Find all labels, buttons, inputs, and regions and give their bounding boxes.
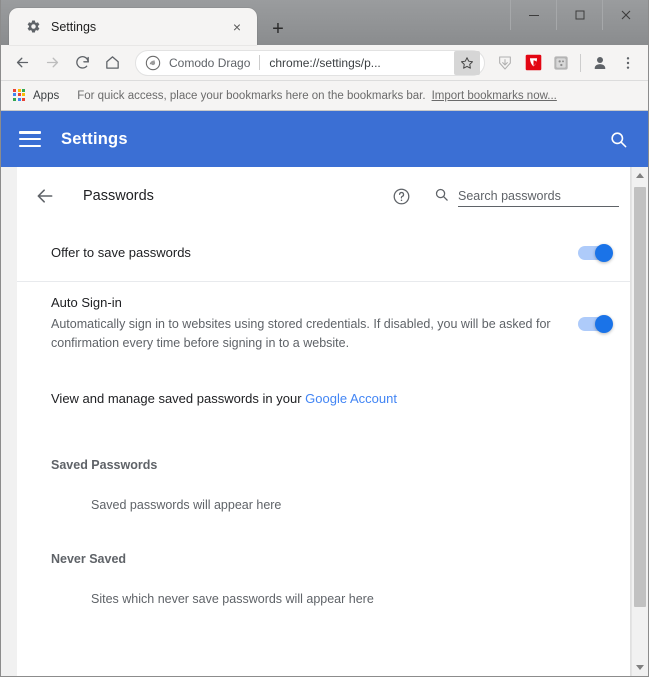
downloads-shield-icon[interactable] (491, 48, 519, 78)
omnibox-divider (259, 55, 261, 70)
scrollbar-thumb[interactable] (634, 187, 646, 607)
bookmark-star-icon[interactable] (454, 50, 480, 75)
address-bar[interactable]: Comodo Drago chrome://settings/p... (135, 49, 485, 76)
search-icon (432, 186, 450, 204)
import-bookmarks-link[interactable]: Import bookmarks now... (432, 90, 557, 102)
close-icon[interactable] (602, 0, 648, 30)
bookmarks-bar: Apps For quick access, place your bookma… (1, 81, 648, 111)
setting-texts: Auto Sign-in Automatically sign in to we… (51, 294, 578, 352)
google-account-link[interactable]: Google Account (305, 391, 397, 406)
offer-to-save-passwords-toggle[interactable] (578, 244, 613, 262)
puzzle-extension-icon[interactable] (547, 48, 575, 78)
window-controls (510, 0, 648, 30)
back-arrow-icon[interactable] (7, 48, 37, 78)
section-title-saved-passwords: Saved Passwords (51, 458, 158, 472)
maximize-icon[interactable] (556, 0, 602, 30)
section-title-never-saved: Never Saved (51, 552, 127, 566)
toggle-knob (595, 314, 613, 333)
site-identity-label: Comodo Drago (169, 55, 251, 70)
settings-header-bar: Settings (1, 111, 648, 167)
setting-texts: Offer to save passwords (51, 244, 578, 263)
gear-icon (25, 19, 41, 35)
browser-window: Settings × + Comodo Drago chrome://setti… (0, 0, 649, 677)
passwords-header-row: Passwords (17, 167, 630, 225)
manage-passwords-text: View and manage saved passwords in your (51, 391, 306, 406)
bookmarks-hint-text: For quick access, place your bookmarks h… (77, 89, 426, 102)
setting-label: Offer to save passwords (51, 244, 191, 260)
tab-strip: Settings × + (1, 0, 648, 45)
empty-note-saved-passwords: Saved passwords will appear here (91, 498, 282, 512)
minimize-icon[interactable] (510, 0, 556, 30)
apps-grid-icon[interactable] (13, 88, 27, 103)
profile-avatar-icon[interactable] (586, 48, 614, 78)
hamburger-menu-icon[interactable] (19, 131, 41, 147)
apps-shortcut-label[interactable]: Apps (33, 90, 59, 102)
home-icon[interactable] (97, 48, 127, 78)
setting-description: Automatically sign in to websites using … (51, 317, 551, 350)
search-passwords-box[interactable] (432, 186, 619, 207)
empty-note-never-saved: Sites which never save passwords will ap… (91, 592, 374, 606)
manage-passwords-row: View and manage saved passwords in your … (17, 365, 630, 432)
url-text: chrome://settings/p... (269, 55, 381, 70)
tab-close-icon[interactable]: × (227, 17, 247, 37)
settings-content-area: Passwords Search passwords Offer to save… (1, 167, 648, 676)
browser-tab-settings[interactable]: Settings × (9, 8, 257, 45)
toggle-knob (595, 244, 613, 262)
scroll-down-arrow-icon[interactable] (632, 659, 648, 676)
help-circle-icon[interactable] (390, 185, 412, 207)
comodo-dragon-icon (144, 54, 162, 72)
comodo-extension-icon[interactable] (519, 48, 547, 78)
reload-icon[interactable] (67, 48, 97, 78)
search-icon[interactable] (606, 127, 630, 151)
settings-title: Settings (61, 129, 128, 148)
setting-label: Auto Sign-in (51, 295, 122, 311)
setting-row-offer-to-save-passwords[interactable]: Offer to save passwords (17, 225, 630, 281)
settings-scroll-region: Passwords Search passwords Offer to save… (1, 167, 631, 676)
forward-arrow-icon[interactable] (37, 48, 67, 78)
content-scrollbar[interactable] (631, 167, 648, 676)
auto-sign-in-toggle[interactable] (578, 314, 613, 333)
search-passwords-input[interactable] (458, 188, 619, 207)
browser-toolbar: Comodo Drago chrome://settings/p... (1, 45, 648, 81)
setting-row-auto-sign-in[interactable]: Auto Sign-in Automatically sign in to we… (17, 281, 630, 365)
toolbar-divider (580, 53, 581, 72)
scroll-up-arrow-icon[interactable] (632, 167, 648, 184)
back-arrow-icon[interactable] (33, 184, 57, 208)
passwords-card: Passwords Search passwords Offer to save… (17, 167, 631, 676)
tab-title: Settings (51, 19, 97, 34)
three-dot-menu-icon[interactable] (614, 48, 642, 78)
new-tab-button[interactable]: + (261, 15, 295, 45)
page-title: Passwords (83, 188, 154, 204)
